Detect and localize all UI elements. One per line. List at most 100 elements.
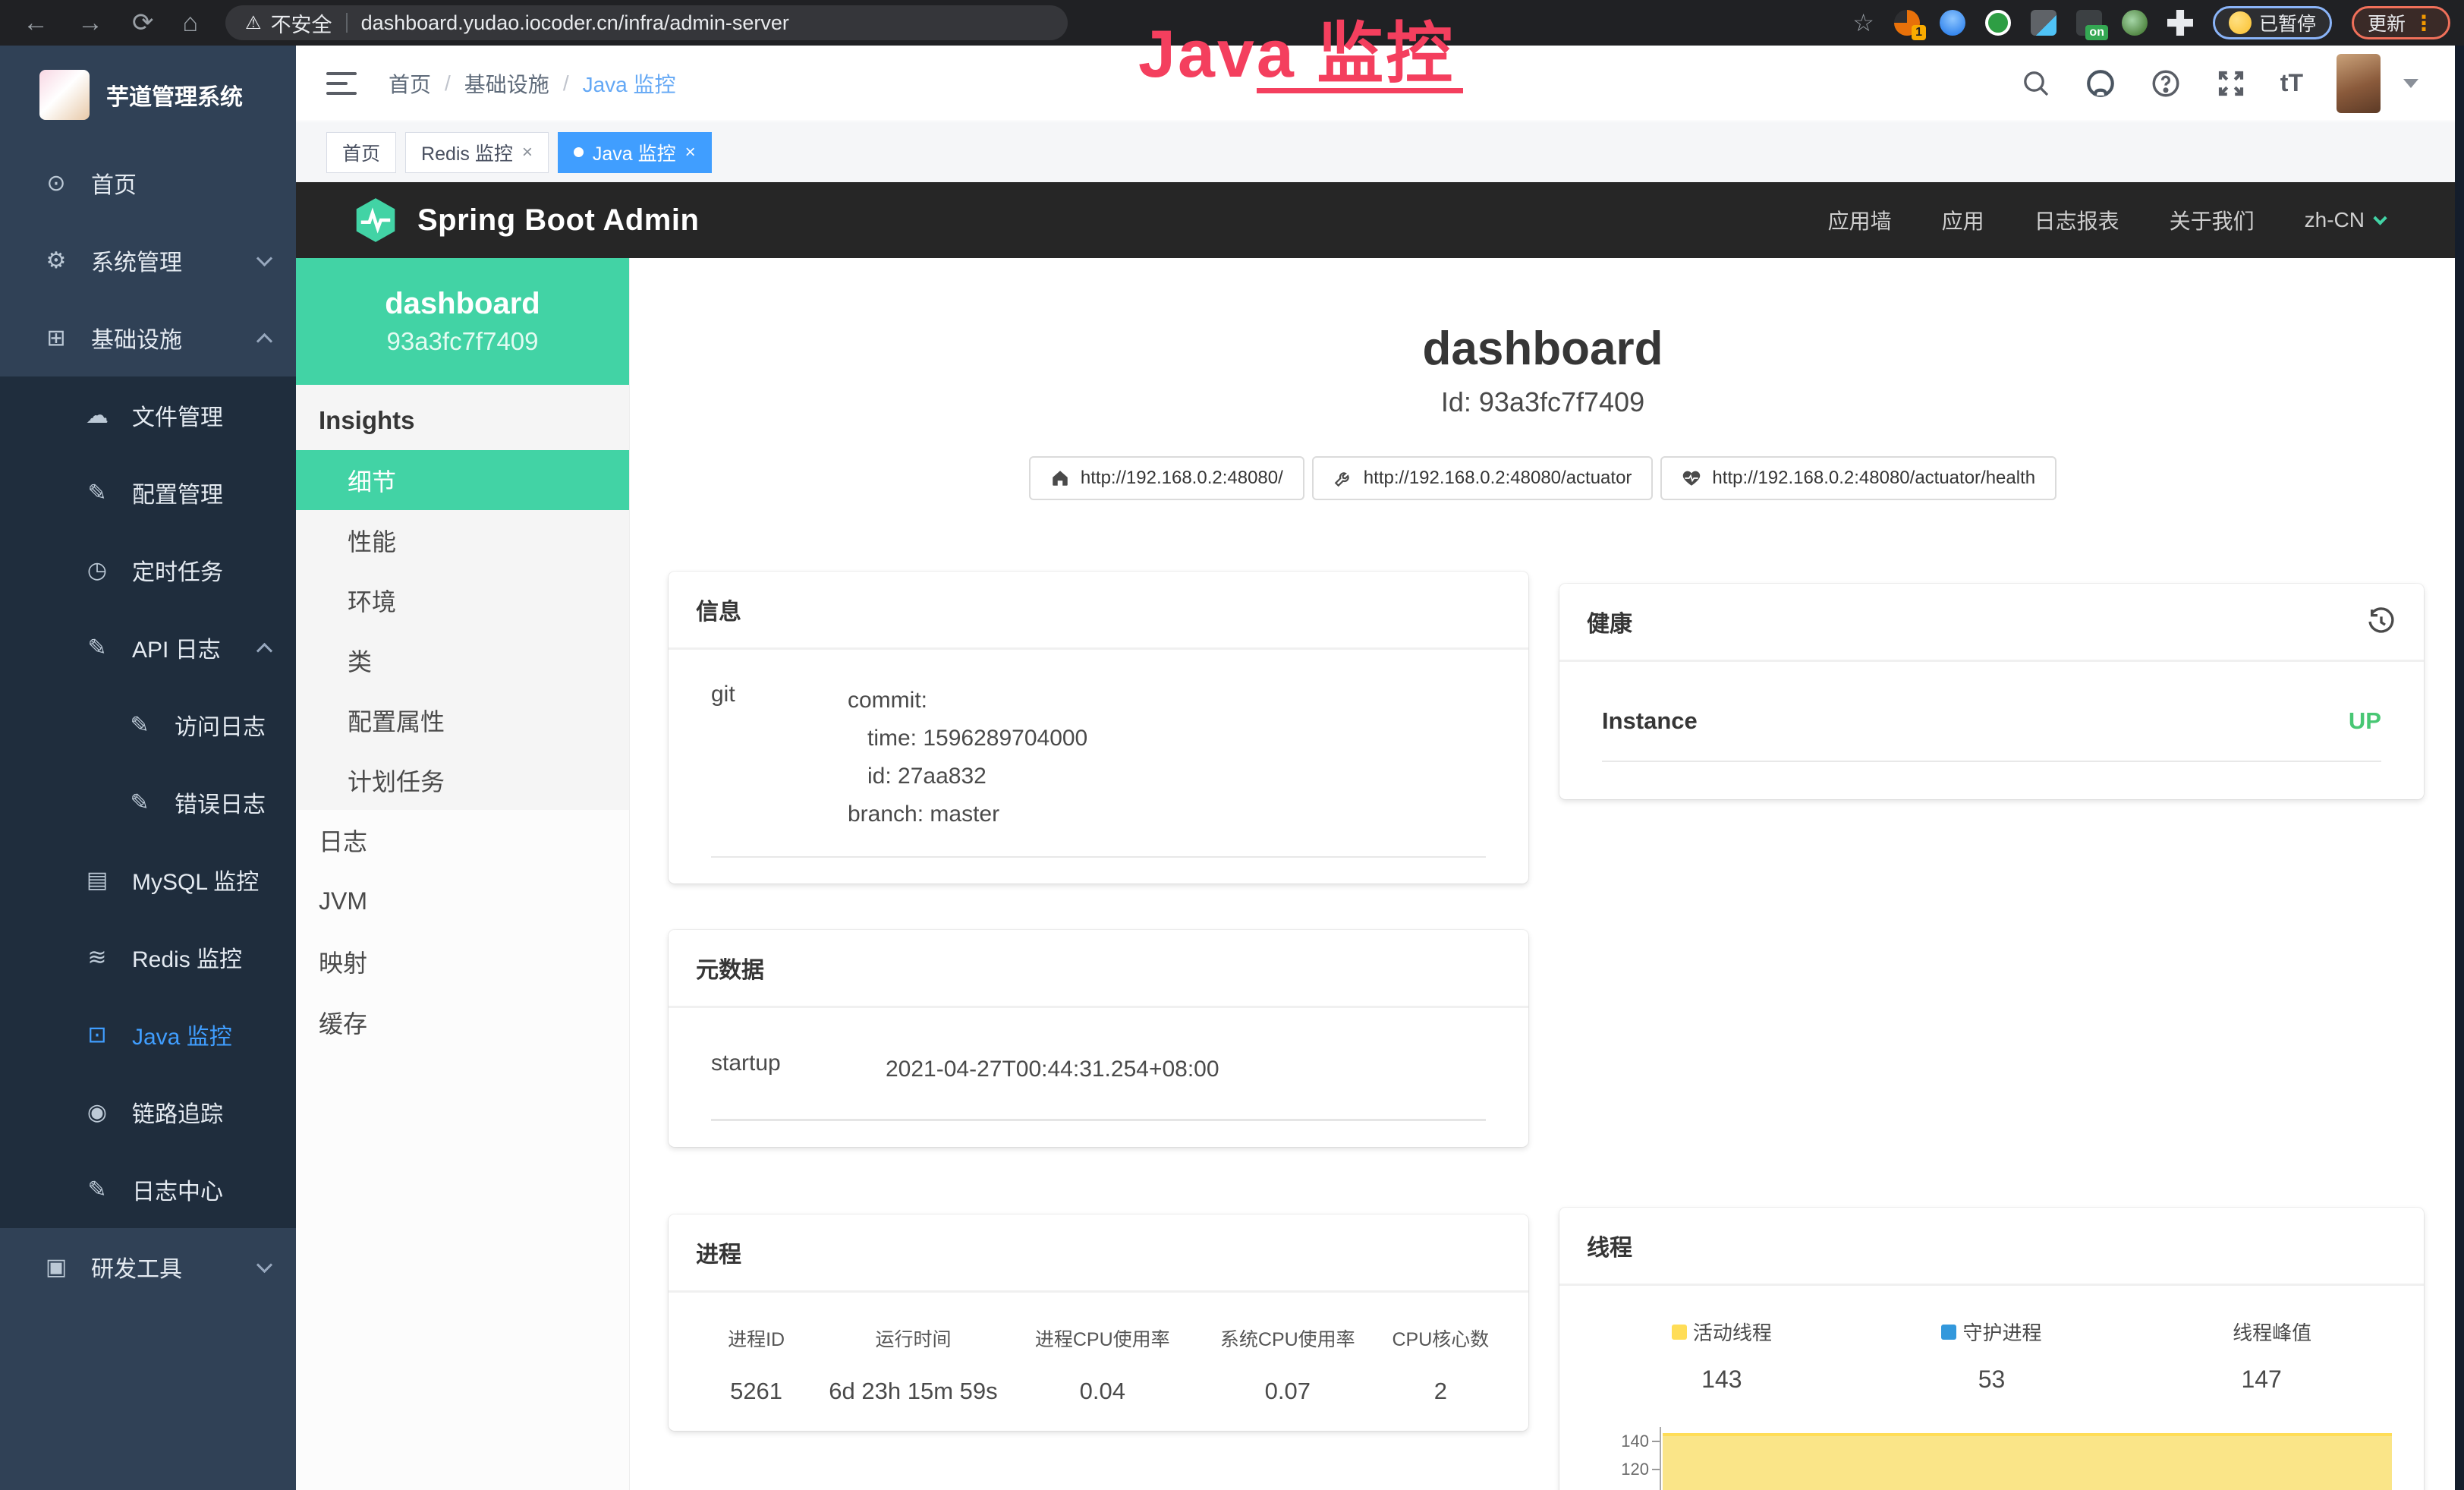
sidebar-item-java-monitor[interactable]: ⊡ Java 监控	[0, 996, 296, 1073]
paused-label: 已暂停	[2259, 9, 2316, 36]
sidebar-item-infrastructure[interactable]: ⊞ 基础设施	[0, 299, 296, 376]
extension-icon-switch[interactable]: on	[2076, 10, 2102, 36]
sba-brand[interactable]: Spring Boot Admin	[351, 195, 699, 245]
browser-reload-icon[interactable]: ⟳	[132, 0, 154, 46]
tab-redis-monitor[interactable]: Redis 监控 ×	[405, 132, 549, 173]
extension-icon-grid[interactable]	[2031, 10, 2056, 36]
sidebar-item-file-management[interactable]: ☁ 文件管理	[0, 376, 296, 454]
sba-nav-applications[interactable]: 应用	[1942, 205, 1984, 235]
system-cpu: 0.07	[1195, 1378, 1380, 1405]
tab-java-monitor[interactable]: Java 监控 ×	[558, 132, 712, 173]
sba-language-value: zh-CN	[2305, 208, 2365, 232]
sba-menu-jvm[interactable]: JVM	[296, 871, 629, 931]
git-commit-line: commit:	[848, 682, 1087, 720]
sidebar-item-home[interactable]: ⊙ 首页	[0, 144, 296, 222]
sidebar-item-label: 日志中心	[132, 1173, 223, 1206]
cpu-cores: 2	[1380, 1378, 1501, 1405]
process-header: 进程ID	[696, 1325, 817, 1352]
log-icon: ✎	[80, 635, 114, 661]
extension-icon-leaf[interactable]	[2122, 10, 2148, 36]
sidebar-item-label: 错误日志	[175, 786, 266, 819]
metadata-value: 2021-04-27T00:44:31.254+08:00	[886, 1051, 1219, 1088]
sidebar-item-dev-tools[interactable]: ▣ 研发工具	[0, 1228, 296, 1306]
sba-menu-config-props[interactable]: 配置属性	[296, 690, 629, 750]
help-icon[interactable]	[2150, 68, 2182, 99]
breadcrumb-separator: /	[563, 71, 569, 96]
sidebar-item-access-logs[interactable]: ✎ 访问日志	[0, 686, 296, 764]
sba-nav: 应用墙 应用 日志报表 关于我们 zh-CN	[1828, 205, 2464, 235]
actuator-url-button[interactable]: http://192.168.0.2:48080/actuator	[1312, 456, 1654, 500]
status-badge: UP	[2349, 707, 2381, 735]
avatar[interactable]	[2337, 54, 2381, 113]
sidebar-item-label: 文件管理	[132, 398, 223, 432]
sidebar-item-log-center[interactable]: ✎ 日志中心	[0, 1151, 296, 1228]
sba-menu-environment[interactable]: 环境	[296, 570, 629, 630]
fullscreen-icon[interactable]	[2215, 68, 2247, 99]
sidebar-item-scheduled-tasks[interactable]: ◷ 定时任务	[0, 531, 296, 609]
browser-back-icon[interactable]: ←	[23, 0, 49, 46]
sba-language-select[interactable]: zh-CN	[2305, 208, 2385, 232]
sba-nav-wallboard[interactable]: 应用墙	[1828, 205, 1892, 235]
breadcrumb-item[interactable]: 首页	[389, 68, 431, 99]
sidebar-item-config-management[interactable]: ✎ 配置管理	[0, 454, 296, 531]
sba-menu-mappings[interactable]: 映射	[296, 931, 629, 992]
close-icon[interactable]: ×	[685, 142, 696, 163]
sidebar-item-api-logs[interactable]: ✎ API 日志	[0, 609, 296, 686]
sidebar-item-mysql-monitor[interactable]: ▤ MySQL 监控	[0, 841, 296, 918]
info-card: 信息 git commit: time: 1596289704000 id: 2…	[669, 572, 1528, 884]
sba-menu-caches[interactable]: 缓存	[296, 992, 629, 1053]
extensions-puzzle-icon[interactable]	[2167, 10, 2193, 36]
daemon-threads-value: 53	[1857, 1366, 2127, 1394]
sba-nav-journal[interactable]: 日志报表	[2034, 205, 2119, 235]
security-label: 不安全	[271, 8, 332, 38]
health-url-button[interactable]: http://192.168.0.2:48080/actuator/health	[1660, 456, 2056, 500]
sba-menu-details[interactable]: 细节	[296, 450, 629, 510]
sidebar-item-label: 链路追踪	[132, 1095, 223, 1129]
health-url: http://192.168.0.2:48080/actuator/health	[1712, 468, 2035, 489]
extension-icon-green[interactable]	[1985, 10, 2011, 36]
sba-insights-block: Insights 细节 性能 环境 类 配置属性 计划任务	[296, 385, 629, 810]
tab-label: Redis 监控	[421, 139, 513, 166]
browser-menu-icon[interactable]: ⋮	[2413, 11, 2434, 36]
font-size-icon[interactable]: tT	[2280, 69, 2303, 97]
home-icon	[1050, 468, 1070, 488]
divider	[346, 13, 348, 33]
sidebar-item-system[interactable]: ⚙ 系统管理	[0, 222, 296, 299]
card-title: 线程	[1587, 1229, 1632, 1262]
history-icon[interactable]	[2366, 606, 2396, 637]
browser-home-icon[interactable]: ⌂	[183, 0, 199, 46]
sba-menu-scheduled[interactable]: 计划任务	[296, 750, 629, 810]
sba-nav-about[interactable]: 关于我们	[2170, 205, 2255, 235]
sidebar-toggle-icon[interactable]	[326, 71, 357, 96]
tab-home[interactable]: 首页	[326, 132, 396, 173]
browser-forward-icon[interactable]: →	[77, 0, 103, 46]
sidebar-item-label: Redis 监控	[132, 940, 242, 974]
github-icon[interactable]	[2085, 68, 2116, 99]
caret-down-icon[interactable]	[2403, 79, 2418, 88]
extension-icon-orange[interactable]: 1	[1894, 10, 1920, 36]
y-tick: 140	[1621, 1432, 1649, 1451]
paused-pill[interactable]: 已暂停	[2213, 6, 2332, 39]
edit-icon: ✎	[80, 1177, 114, 1203]
process-header: 系统CPU使用率	[1195, 1325, 1380, 1352]
threads-chart-plot	[1660, 1427, 2396, 1490]
update-button[interactable]: 更新 ⋮	[2352, 6, 2450, 39]
sba-menu-logs[interactable]: 日志	[296, 810, 629, 871]
address-bar[interactable]: ⚠ 不安全 dashboard.yudao.iocoder.cn/infra/a…	[225, 5, 1068, 40]
sidebar-item-redis-monitor[interactable]: ≋ Redis 监控	[0, 918, 296, 996]
infrastructure-icon: ⊞	[39, 325, 73, 351]
threads-legend: 活动线程 143 守护进程 53 线程峰值 147	[1587, 1318, 2396, 1394]
sidebar-item-tracing[interactable]: ◉ 链路追踪	[0, 1073, 296, 1151]
search-icon[interactable]	[2021, 68, 2051, 99]
legend-label: 活动线程	[1693, 1318, 1772, 1346]
sba-menu-metrics[interactable]: 性能	[296, 510, 629, 570]
sidebar-item-label: 配置管理	[132, 476, 223, 509]
breadcrumb-current: Java 监控	[583, 68, 676, 99]
extension-icon-pin[interactable]	[1940, 10, 1965, 36]
close-icon[interactable]: ×	[522, 142, 533, 163]
sba-menu-classes[interactable]: 类	[296, 630, 629, 690]
service-url-button[interactable]: http://192.168.0.2:48080/	[1029, 456, 1304, 500]
bookmark-star-icon[interactable]: ☆	[1852, 8, 1874, 37]
sidebar-item-error-logs[interactable]: ✎ 错误日志	[0, 764, 296, 841]
breadcrumb-item[interactable]: 基础设施	[464, 68, 549, 99]
